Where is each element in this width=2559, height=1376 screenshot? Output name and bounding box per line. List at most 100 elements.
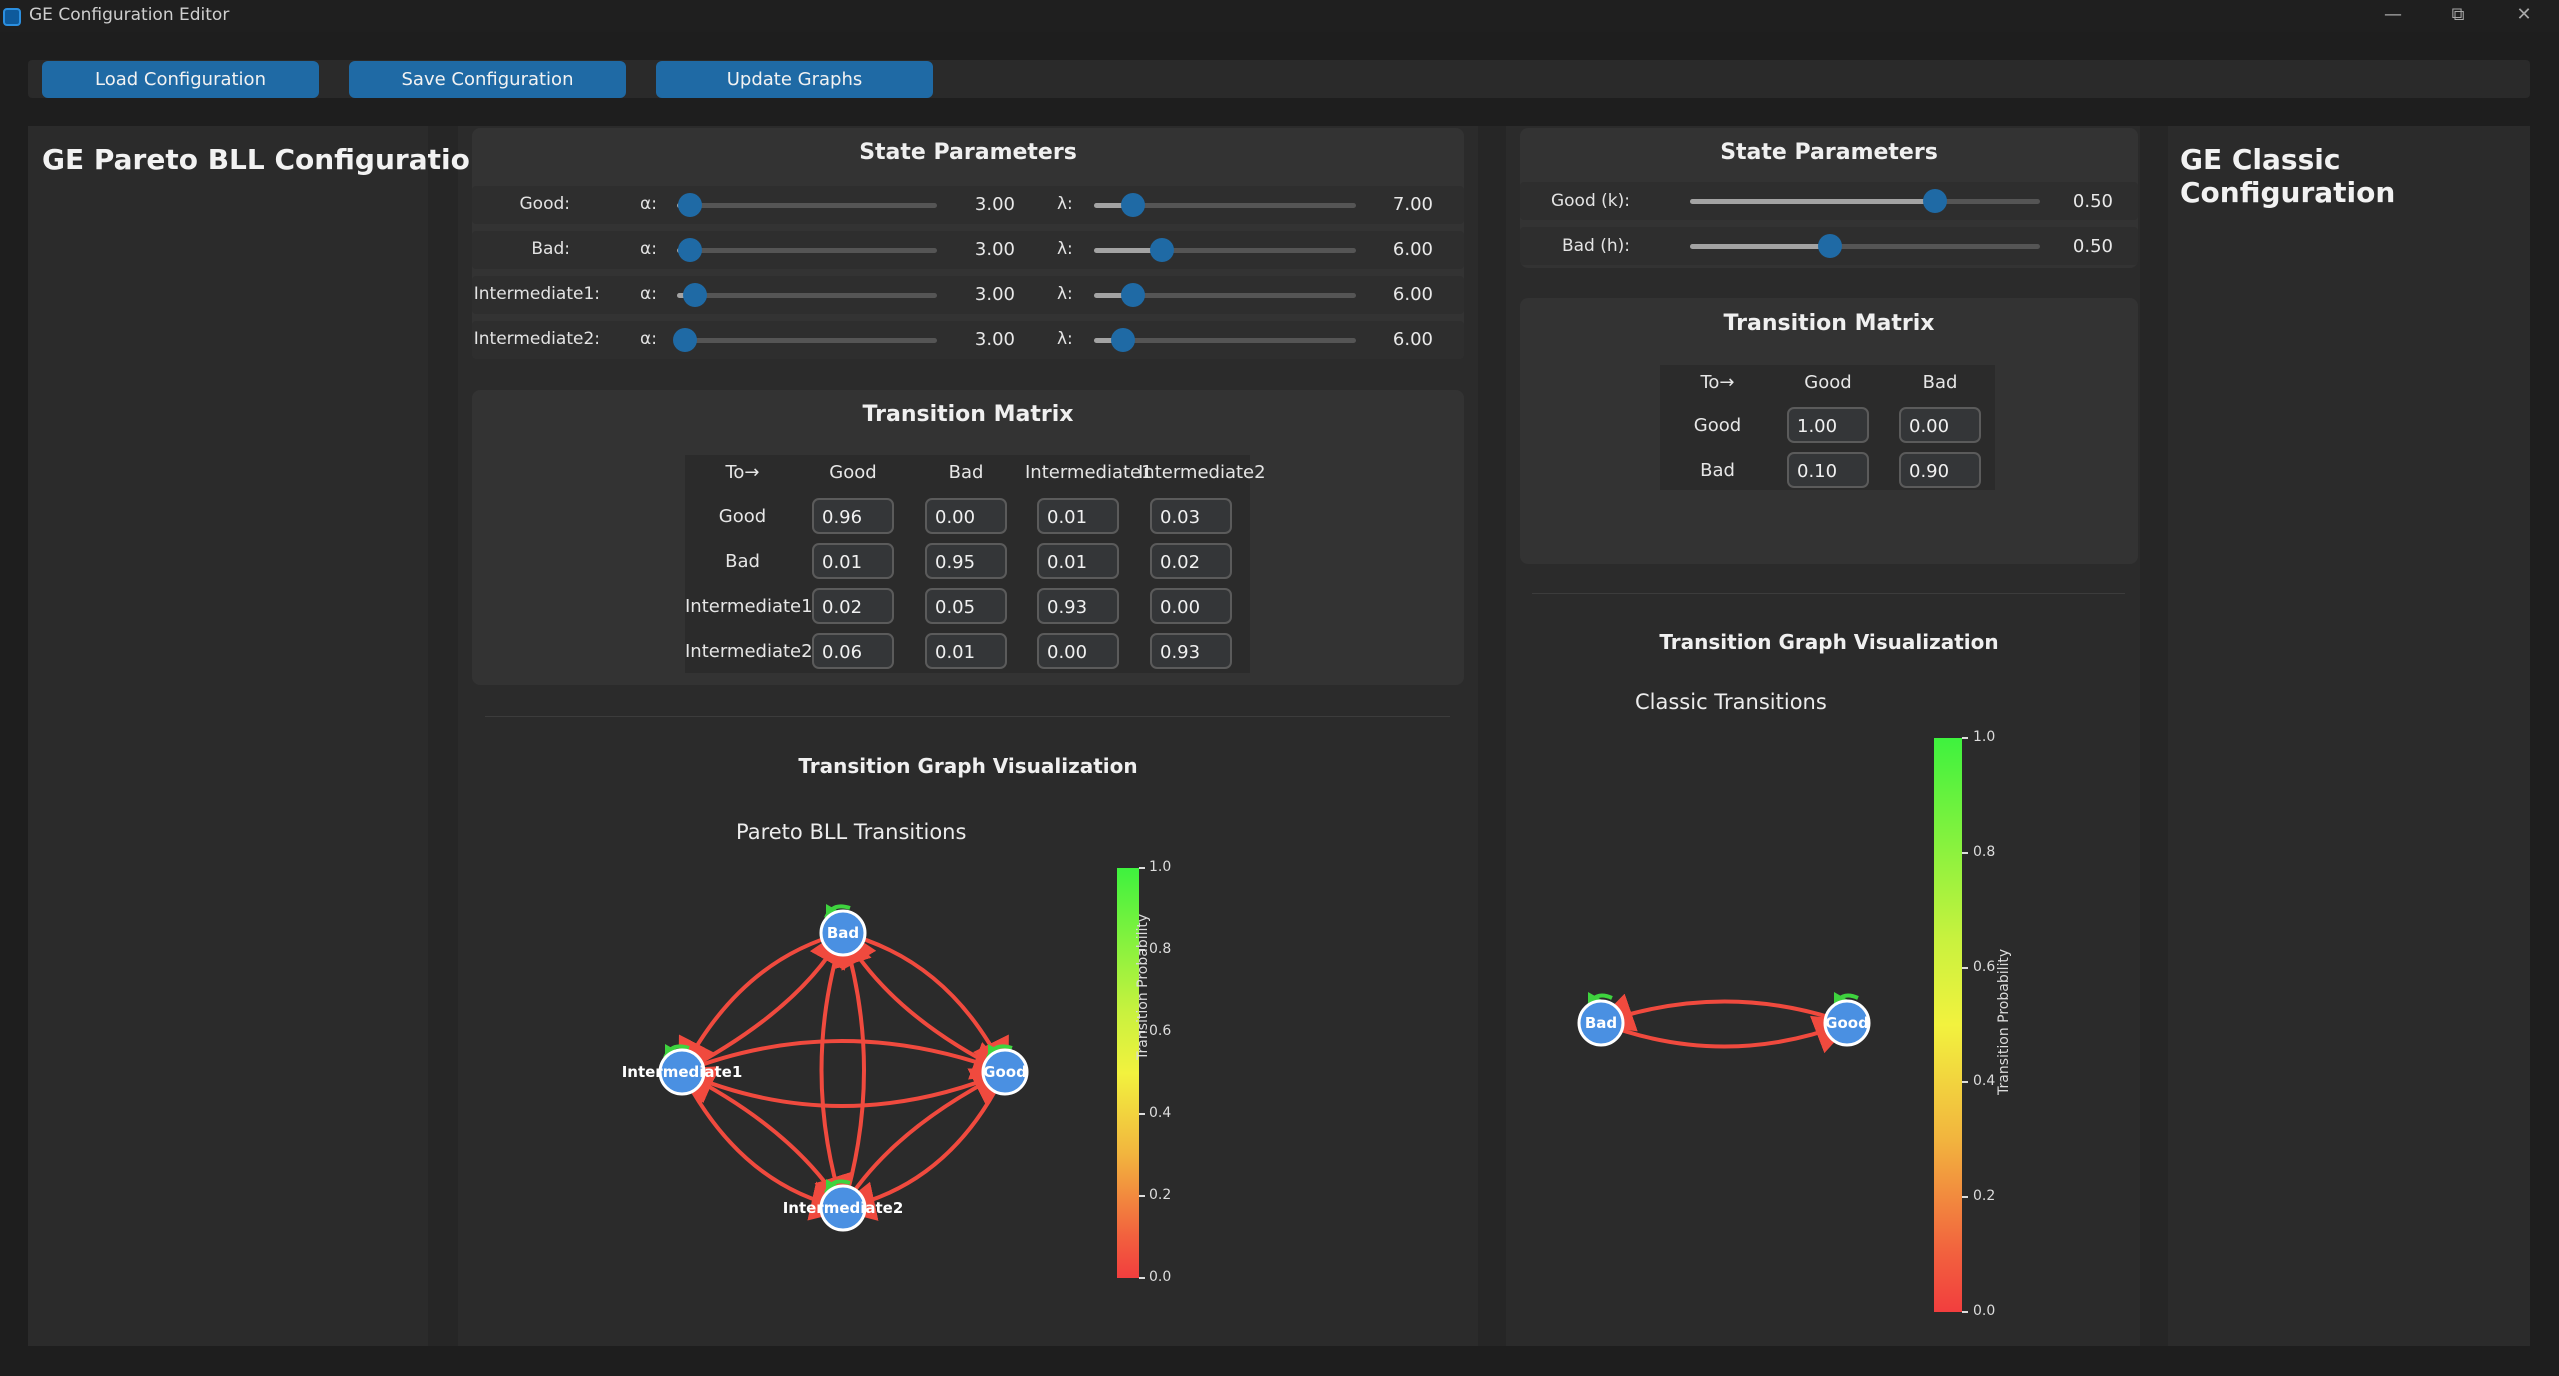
load-configuration-button[interactable]: Load Configuration <box>42 61 319 98</box>
matrix-cell-input[interactable]: 0.90 <box>1899 452 1981 488</box>
node-label-bad: Bad <box>1585 1014 1617 1032</box>
classic-colorbar-label: Transition Probability <box>1996 948 2012 1095</box>
pareto-colorbar-label: Transition Probability <box>1135 913 1151 1060</box>
colorbar-tick-mark <box>1962 1081 1968 1084</box>
colorbar-tick-mark <box>1962 737 1968 739</box>
matrix-row-label: Good <box>718 506 767 527</box>
classic-slider-thumb[interactable] <box>1923 189 1947 213</box>
edge-i2-good <box>841 1068 1013 1210</box>
matrix-cell-input[interactable]: 0.03 <box>1150 498 1232 534</box>
classic-colorbar <box>1934 738 1962 1312</box>
matrix-cell-input[interactable]: 0.06 <box>812 633 894 669</box>
app-icon <box>3 8 21 26</box>
matrix-column-header: Intermediate2 <box>1138 462 1266 483</box>
alpha-slider-track[interactable] <box>677 293 937 298</box>
matrix-cell-input[interactable]: 0.01 <box>1037 498 1119 534</box>
matrix-cell-input[interactable]: 0.95 <box>925 543 1007 579</box>
matrix-cell-input[interactable]: 0.93 <box>1037 588 1119 624</box>
alpha-slider-thumb[interactable] <box>672 328 697 352</box>
colorbar-tick-label: 1.0 <box>1149 859 1172 875</box>
lambda-slider-thumb[interactable] <box>1110 328 1135 352</box>
colorbar-tick-label: 0.0 <box>1149 1269 1172 1285</box>
edge-bad-i2 <box>814 932 853 1216</box>
matrix-row-label: Intermediate2 <box>685 641 813 662</box>
colorbar-tick-label: 0.2 <box>1149 1187 1172 1203</box>
matrix-cell-input[interactable]: 0.00 <box>1037 633 1119 669</box>
colorbar-tick-mark <box>1962 1311 1968 1313</box>
right-gutter <box>2140 126 2168 1346</box>
matrix-column-header: Good <box>829 462 877 483</box>
classic-graph: Bad Good <box>1577 992 1871 1054</box>
matrix-cell-input[interactable]: 0.00 <box>1150 588 1232 624</box>
lambda-slider-thumb[interactable] <box>1150 238 1175 262</box>
lambda-value: 6.00 <box>1392 239 1433 260</box>
colorbar-tick-mark <box>1139 1113 1145 1115</box>
alpha-slider-thumb[interactable] <box>678 238 702 262</box>
matrix-cell-input[interactable]: 0.93 <box>1150 633 1232 669</box>
pareto-divider <box>485 716 1450 717</box>
classic-state-params-title: State Parameters <box>1720 140 1938 165</box>
matrix-cell-input[interactable]: 0.96 <box>812 498 894 534</box>
node-label-intermediate2: Intermediate2 <box>783 1199 904 1217</box>
lambda-value: 7.00 <box>1392 194 1433 215</box>
matrix-corner-label: To→ <box>1700 372 1735 393</box>
matrix-corner-label: To→ <box>725 462 760 483</box>
alpha-slider-track[interactable] <box>677 338 937 343</box>
alpha-symbol: α: <box>640 239 657 259</box>
edge-i2-i1 <box>674 1068 845 1210</box>
alpha-slider-track[interactable] <box>677 203 937 208</box>
matrix-cell-input[interactable]: 0.01 <box>1037 543 1119 579</box>
node-label-good: Good <box>983 1063 1027 1081</box>
classic-slider-fill <box>1690 244 1830 249</box>
lambda-symbol: λ: <box>1057 239 1073 259</box>
colorbar-tick-mark <box>1962 966 1968 969</box>
matrix-cell-input[interactable]: 0.05 <box>925 588 1007 624</box>
colorbar-tick-label: 0.4 <box>1973 1073 1996 1090</box>
matrix-cell-input[interactable]: 0.01 <box>812 543 894 579</box>
alpha-slider-thumb[interactable] <box>683 283 708 307</box>
classic-param-value: 0.50 <box>2072 236 2113 257</box>
edge-good-bad <box>1593 993 1848 1032</box>
matrix-cell-input[interactable]: 0.00 <box>925 498 1007 534</box>
classic-param-value: 0.50 <box>2072 191 2113 212</box>
colorbar-tick-mark <box>1139 1195 1145 1197</box>
colorbar-tick-label: 1.0 <box>1973 729 1996 745</box>
matrix-column-header: Bad <box>948 462 984 483</box>
matrix-cell-input[interactable]: 0.00 <box>1899 407 1981 443</box>
lambda-symbol: λ: <box>1057 329 1073 349</box>
edge-bad-i1 <box>678 931 844 1080</box>
alpha-slider-thumb[interactable] <box>678 193 702 217</box>
pareto-graph-section-title: Transition Graph Visualization <box>798 754 1138 778</box>
pareto-param-label: Bad: <box>531 239 570 259</box>
matrix-column-header: Intermediate1 <box>1025 462 1153 483</box>
node-label-intermediate1: Intermediate1 <box>622 1063 743 1081</box>
classic-param-label: Bad (h): <box>1561 236 1630 256</box>
title-bar <box>0 0 2559 32</box>
classic-plot-title: Classic Transitions <box>1635 690 1827 714</box>
edge-i1-bad <box>681 926 847 1074</box>
node-label-good: Good <box>1825 1014 1869 1032</box>
matrix-cell-input[interactable]: 0.02 <box>1150 543 1232 579</box>
matrix-cell-input[interactable]: 1.00 <box>1787 407 1869 443</box>
alpha-value: 3.00 <box>974 239 1015 260</box>
alpha-slider-track[interactable] <box>677 248 937 253</box>
node-label-bad: Bad <box>827 924 859 942</box>
colorbar-tick-mark <box>1139 949 1145 951</box>
colorbar-tick-mark <box>1139 1031 1145 1033</box>
center-gutter <box>1478 126 1506 1346</box>
matrix-cell-input[interactable]: 0.10 <box>1787 452 1869 488</box>
minimize-icon[interactable]: — <box>2378 4 2408 25</box>
save-configuration-button[interactable]: Save Configuration <box>349 61 626 98</box>
pareto-matrix-title: Transition Matrix <box>862 402 1074 427</box>
edge-good-bad <box>839 926 1006 1074</box>
classic-slider-thumb[interactable] <box>1818 234 1842 258</box>
matrix-cell-input[interactable]: 0.01 <box>925 633 1007 669</box>
restore-icon[interactable]: ⧉ <box>2443 4 2473 25</box>
matrix-row-label: Intermediate1 <box>685 596 813 617</box>
close-icon[interactable]: ✕ <box>2509 4 2539 25</box>
update-graphs-button[interactable]: Update Graphs <box>656 61 933 98</box>
matrix-cell-input[interactable]: 0.02 <box>812 588 894 624</box>
alpha-value: 3.00 <box>974 284 1015 305</box>
matrix-row-label: Good <box>1693 415 1742 436</box>
lambda-symbol: λ: <box>1057 194 1073 214</box>
